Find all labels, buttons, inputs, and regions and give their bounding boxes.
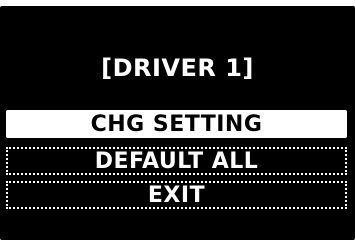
- screen-title: [DRIVER 1]: [101, 54, 254, 82]
- menu-item-default-all[interactable]: DEFAULT ALL: [6, 147, 347, 175]
- menu-item-exit[interactable]: EXIT: [6, 181, 347, 209]
- display-screen: [DRIVER 1] CHG SETTING DEFAULT ALL EXIT: [0, 6, 355, 240]
- menu-item-label: EXIT: [147, 182, 206, 208]
- menu-item-label: CHG SETTING: [90, 111, 263, 137]
- menu-item-label: DEFAULT ALL: [94, 148, 259, 174]
- menu-item-chg-setting[interactable]: CHG SETTING: [6, 110, 347, 138]
